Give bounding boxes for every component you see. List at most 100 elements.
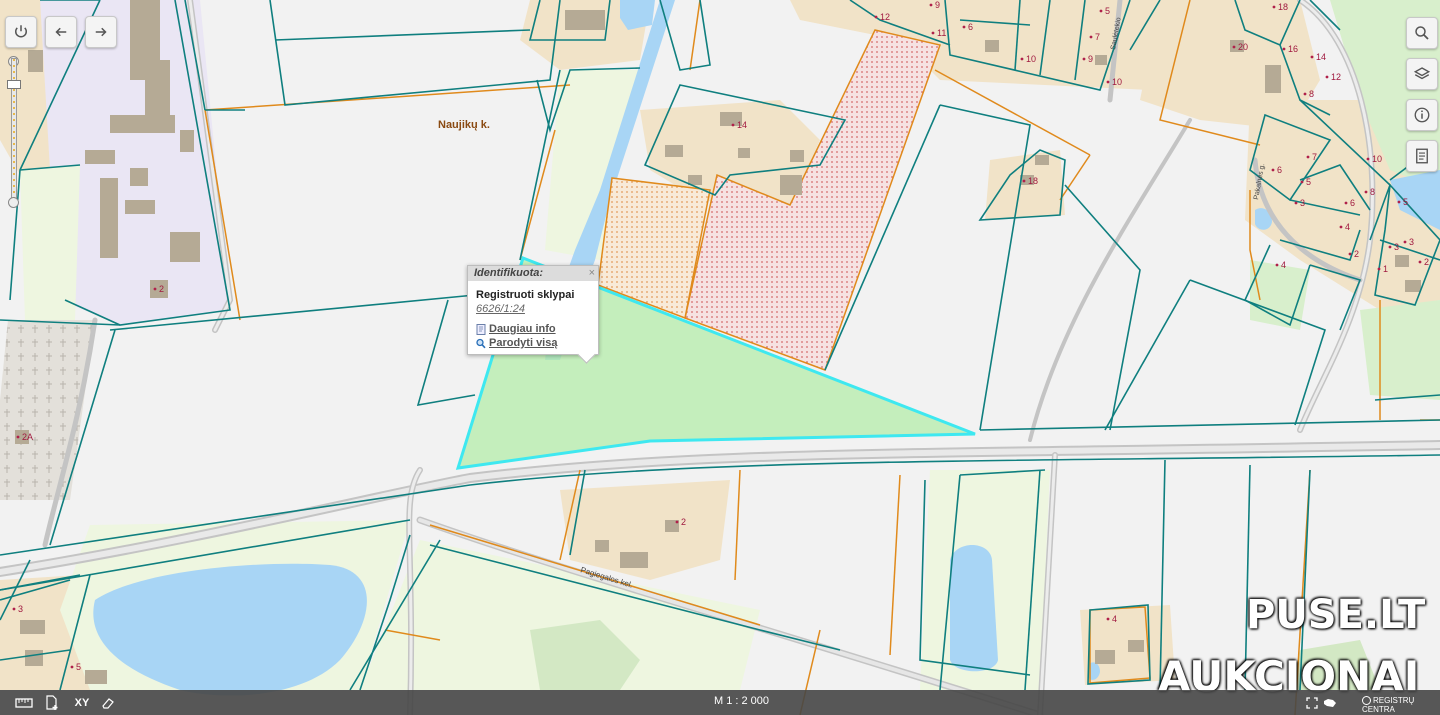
eraser-button[interactable] bbox=[98, 693, 118, 713]
parcel-marker bbox=[1388, 245, 1392, 249]
parcel-marker bbox=[929, 3, 933, 7]
parcel-number-label: 4 bbox=[1281, 260, 1286, 270]
parcel-marker bbox=[1303, 92, 1307, 96]
cadastral-map[interactable]: Naujikų k. Pagiegalos kel. Saulėtekio Pa… bbox=[0, 0, 1440, 715]
document-icon bbox=[1416, 148, 1428, 164]
parcel-marker bbox=[70, 665, 74, 669]
parcel-marker bbox=[1339, 225, 1343, 229]
popup-close-button[interactable]: × bbox=[589, 266, 595, 281]
parcel-number-label: 3 bbox=[1300, 198, 1305, 208]
parcel-marker bbox=[1106, 617, 1110, 621]
parcel-number-label: 9 bbox=[1088, 54, 1093, 64]
search-icon bbox=[1415, 26, 1429, 40]
parcel-number-label: 14 bbox=[1316, 52, 1326, 62]
fullscreen-button[interactable] bbox=[1302, 693, 1322, 713]
brand-logo-icon bbox=[1362, 696, 1371, 706]
parcel-number-label: 3 bbox=[1394, 242, 1399, 252]
parcel-number-label: 10 bbox=[1026, 54, 1036, 64]
parcel-number-label: 12 bbox=[1331, 72, 1341, 82]
parcel-marker bbox=[1275, 263, 1279, 267]
parcel-marker bbox=[1397, 200, 1401, 204]
parcel-number-label: 6 bbox=[1277, 165, 1282, 175]
back-button[interactable] bbox=[45, 16, 77, 48]
map-scale: M 1 : 2 000 bbox=[714, 695, 770, 707]
parcel-number-label: 3 bbox=[1409, 237, 1414, 247]
parcel-number-label: 16 bbox=[1288, 44, 1298, 54]
parcel-number-label: 3 bbox=[18, 604, 23, 614]
parcel-id-link[interactable]: 6626/1:24 bbox=[468, 301, 598, 317]
parcel-marker bbox=[731, 123, 735, 127]
lithuania-map-button[interactable] bbox=[1320, 693, 1340, 713]
parcel-number-label: 2A bbox=[22, 432, 33, 442]
parcel-marker bbox=[675, 520, 679, 524]
watermark-line-1: PUSE.LT bbox=[1246, 592, 1426, 638]
registru-centras-brand: REGISTRŲ CENTRA bbox=[1362, 696, 1440, 714]
search-button[interactable] bbox=[1406, 17, 1438, 49]
parcel-marker bbox=[1366, 157, 1370, 161]
identify-popup: Identifikuota: × Registruoti sklypai 662… bbox=[467, 265, 599, 355]
xy-button[interactable]: XY bbox=[72, 693, 92, 713]
popup-title: Identifikuota: bbox=[474, 267, 544, 279]
parcel-number-label: 14 bbox=[737, 120, 747, 130]
layers-icon bbox=[1413, 67, 1431, 80]
parcel-number-label: 6 bbox=[968, 22, 973, 32]
parcel-number-label: 4 bbox=[1112, 614, 1117, 624]
parcel-marker bbox=[1282, 47, 1286, 51]
parcel-marker bbox=[1022, 179, 1026, 183]
parcel-number-label: 5 bbox=[76, 662, 81, 672]
forward-button[interactable] bbox=[85, 16, 117, 48]
parcel-marker bbox=[1310, 55, 1314, 59]
parcel-marker bbox=[1082, 57, 1086, 61]
zoom-magnifier-icon bbox=[476, 338, 486, 348]
measure-button[interactable] bbox=[14, 693, 34, 713]
parcel-number-label: 5 bbox=[1306, 177, 1311, 187]
parcel-marker bbox=[962, 25, 966, 29]
parcel-marker bbox=[1300, 180, 1304, 184]
parcel-number-label: 8 bbox=[1370, 187, 1375, 197]
parcel-number-label: 4 bbox=[1345, 222, 1350, 232]
arrow-right-icon bbox=[95, 27, 107, 37]
eraser-icon bbox=[102, 698, 114, 709]
parcel-marker bbox=[153, 287, 157, 291]
document-small-icon bbox=[476, 323, 486, 335]
show-all-label: Parodyti visą bbox=[489, 337, 558, 349]
parcel-number-label: 2 bbox=[681, 517, 686, 527]
parcel-number-label: 2 bbox=[1354, 249, 1359, 259]
parcel-number-label: 7 bbox=[1095, 32, 1100, 42]
parcel-number-label: 5 bbox=[1403, 197, 1408, 207]
parcel-marker bbox=[1099, 9, 1103, 13]
parcel-marker bbox=[1377, 267, 1381, 271]
parcel-marker bbox=[16, 435, 20, 439]
country-shape-icon bbox=[1324, 699, 1336, 707]
add-document-icon bbox=[46, 695, 58, 710]
arrow-left-icon bbox=[55, 27, 67, 37]
show-all-link[interactable]: Parodyti visą bbox=[468, 337, 598, 349]
parcel-marker bbox=[1272, 5, 1276, 9]
power-icon bbox=[15, 25, 27, 38]
popup-header: Identifikuota: × bbox=[468, 266, 598, 281]
parcel-marker bbox=[1325, 75, 1329, 79]
parcel-number-label: 1 bbox=[1383, 264, 1388, 274]
zoom-out-button[interactable] bbox=[8, 197, 19, 208]
parcel-number-label: 5 bbox=[1105, 6, 1110, 16]
layers-button[interactable] bbox=[1406, 58, 1438, 90]
parcel-number-label: 2 bbox=[1424, 257, 1429, 267]
info-icon bbox=[1414, 107, 1430, 123]
parcel-marker bbox=[1364, 190, 1368, 194]
parcel-marker bbox=[1344, 201, 1348, 205]
more-info-link[interactable]: Daugiau info bbox=[468, 323, 598, 335]
info-button[interactable] bbox=[1406, 99, 1438, 131]
parcel-marker bbox=[1232, 45, 1236, 49]
parcel-marker bbox=[1348, 252, 1352, 256]
popup-layer-name: Registruoti sklypai bbox=[476, 289, 575, 301]
document-button[interactable] bbox=[1406, 140, 1438, 172]
parcel-marker bbox=[1306, 155, 1310, 159]
add-document-button[interactable] bbox=[42, 693, 62, 713]
zoom-handle[interactable] bbox=[7, 80, 21, 89]
parcel-number-label: 2 bbox=[159, 284, 164, 294]
parcel-number-label: 7 bbox=[1312, 152, 1317, 162]
power-button[interactable] bbox=[5, 16, 37, 48]
parcel-marker bbox=[1271, 168, 1275, 172]
parcel-number-label: 6 bbox=[1350, 198, 1355, 208]
parcel-marker bbox=[874, 15, 878, 19]
